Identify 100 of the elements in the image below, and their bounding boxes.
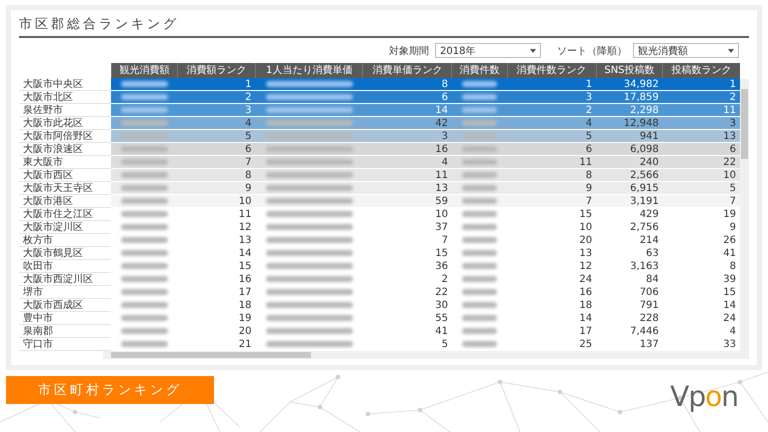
table-cell: 10 (178, 194, 256, 208)
horizontal-scrollbar[interactable] (103, 351, 749, 359)
blurred-value (121, 172, 168, 178)
table-cell: 5 (507, 130, 596, 142)
blurred-value (462, 315, 498, 321)
blurred-value (462, 146, 498, 152)
caret-icon (530, 48, 536, 52)
table-cell: 7 (178, 156, 256, 168)
blurred-value (121, 250, 168, 256)
blurred-value (121, 159, 168, 165)
table-cell: 2 (178, 90, 256, 104)
blurred-value (121, 289, 168, 295)
blurred-value (462, 237, 498, 243)
table-cell: 7 (662, 194, 740, 208)
blurred-value (462, 133, 498, 139)
blurred-value (121, 133, 168, 139)
table-cell: 6,098 (596, 142, 663, 156)
blurred-value (462, 120, 498, 126)
table-cell: 3 (507, 90, 596, 104)
section-banner: 市区町村ランキング (6, 376, 214, 404)
blurred-value (462, 107, 498, 113)
table-cell: 1 (662, 78, 740, 90)
dropdown[interactable]: 観光消費額 (633, 43, 739, 58)
filter-label: 対象期間 (389, 44, 429, 58)
table-cell: 941 (596, 130, 663, 142)
table-cell: 22 (662, 156, 740, 168)
blurred-value (121, 237, 168, 243)
table-cell: 3 (178, 104, 256, 116)
table-cell: 1 (178, 78, 256, 90)
blurred-value (462, 328, 498, 334)
column-header: 投稿数ランク (662, 63, 740, 78)
table-cell: 9 (507, 182, 596, 194)
table-cell: 11 (507, 156, 596, 168)
blurred-value (462, 289, 498, 295)
blurred-value (462, 302, 498, 308)
table-cell: 11 (362, 168, 452, 182)
blurred-value (462, 172, 498, 178)
table-cell: 6 (362, 90, 452, 104)
blurred-value (121, 198, 168, 204)
blurred-value (121, 107, 168, 113)
blurred-value (462, 185, 498, 191)
table-cell: 4 (362, 156, 452, 168)
column-header: SNS投稿数 (596, 63, 663, 78)
table-cell: 6 (178, 142, 256, 156)
blurred-value (121, 224, 168, 230)
table-cell: 8 (178, 168, 256, 182)
table-cell: 1 (507, 78, 596, 90)
table-cell: 3 (662, 116, 740, 130)
table-cell: 5 (662, 182, 740, 194)
table-cell: 5 (178, 130, 256, 142)
table-cell: 2,566 (596, 168, 663, 182)
table-cell: 2 (507, 104, 596, 116)
blurred-value (462, 159, 498, 165)
blurred-value (462, 341, 498, 347)
blurred-value (462, 211, 498, 217)
vertical-scrollbar[interactable] (740, 79, 749, 351)
table-cell: 14 (362, 104, 452, 116)
table-cell: 17,859 (596, 90, 663, 104)
table-cell: 16 (362, 142, 452, 156)
table-cell: 7 (507, 194, 596, 208)
blurred-value (462, 263, 498, 269)
column-header: 消費件数ランク (507, 63, 596, 78)
table-cell: 240 (596, 156, 663, 168)
table-cell: 6 (507, 142, 596, 156)
blurred-value (121, 146, 168, 152)
column-header: 消費件数 (452, 63, 508, 78)
blurred-value (462, 224, 498, 230)
blurred-value (121, 302, 168, 308)
table-cell: 4 (178, 116, 256, 130)
blurred-value (462, 81, 498, 87)
caret-icon (728, 48, 734, 52)
blurred-value (121, 276, 168, 282)
blurred-value (462, 94, 498, 100)
table-cell: 8 (507, 168, 596, 182)
table-cell: 6,915 (596, 182, 663, 194)
table-cell: 59 (362, 194, 452, 208)
blurred-value (462, 250, 498, 256)
table-cell: 6 (662, 142, 740, 156)
blurred-value (121, 341, 168, 347)
report-title: 市区郡総合ランキング (19, 15, 749, 38)
blurred-value (121, 315, 168, 321)
blurred-value (121, 263, 168, 269)
brand-logo: Vpon (670, 380, 738, 413)
table-cell: 13 (662, 130, 740, 142)
table-cell: 10 (662, 168, 740, 182)
table-cell: 2,298 (596, 104, 663, 116)
blurred-value (121, 328, 168, 334)
table-cell: 4 (507, 116, 596, 130)
table-cell: 9 (178, 182, 256, 194)
column-header: 消費単価ランク (362, 63, 452, 78)
blurred-value (121, 211, 168, 217)
blurred-value (121, 185, 168, 191)
blurred-value (121, 120, 168, 126)
dropdown[interactable]: 2018年 (435, 43, 541, 58)
column-header: 1人当たり消費単価 (256, 63, 363, 78)
table-cell: 42 (362, 116, 452, 130)
column-header: 消費額ランク (178, 63, 256, 78)
table-cell: 34,982 (596, 78, 663, 90)
table-cell: 11 (662, 104, 740, 116)
table-cell: 3,191 (596, 194, 663, 208)
